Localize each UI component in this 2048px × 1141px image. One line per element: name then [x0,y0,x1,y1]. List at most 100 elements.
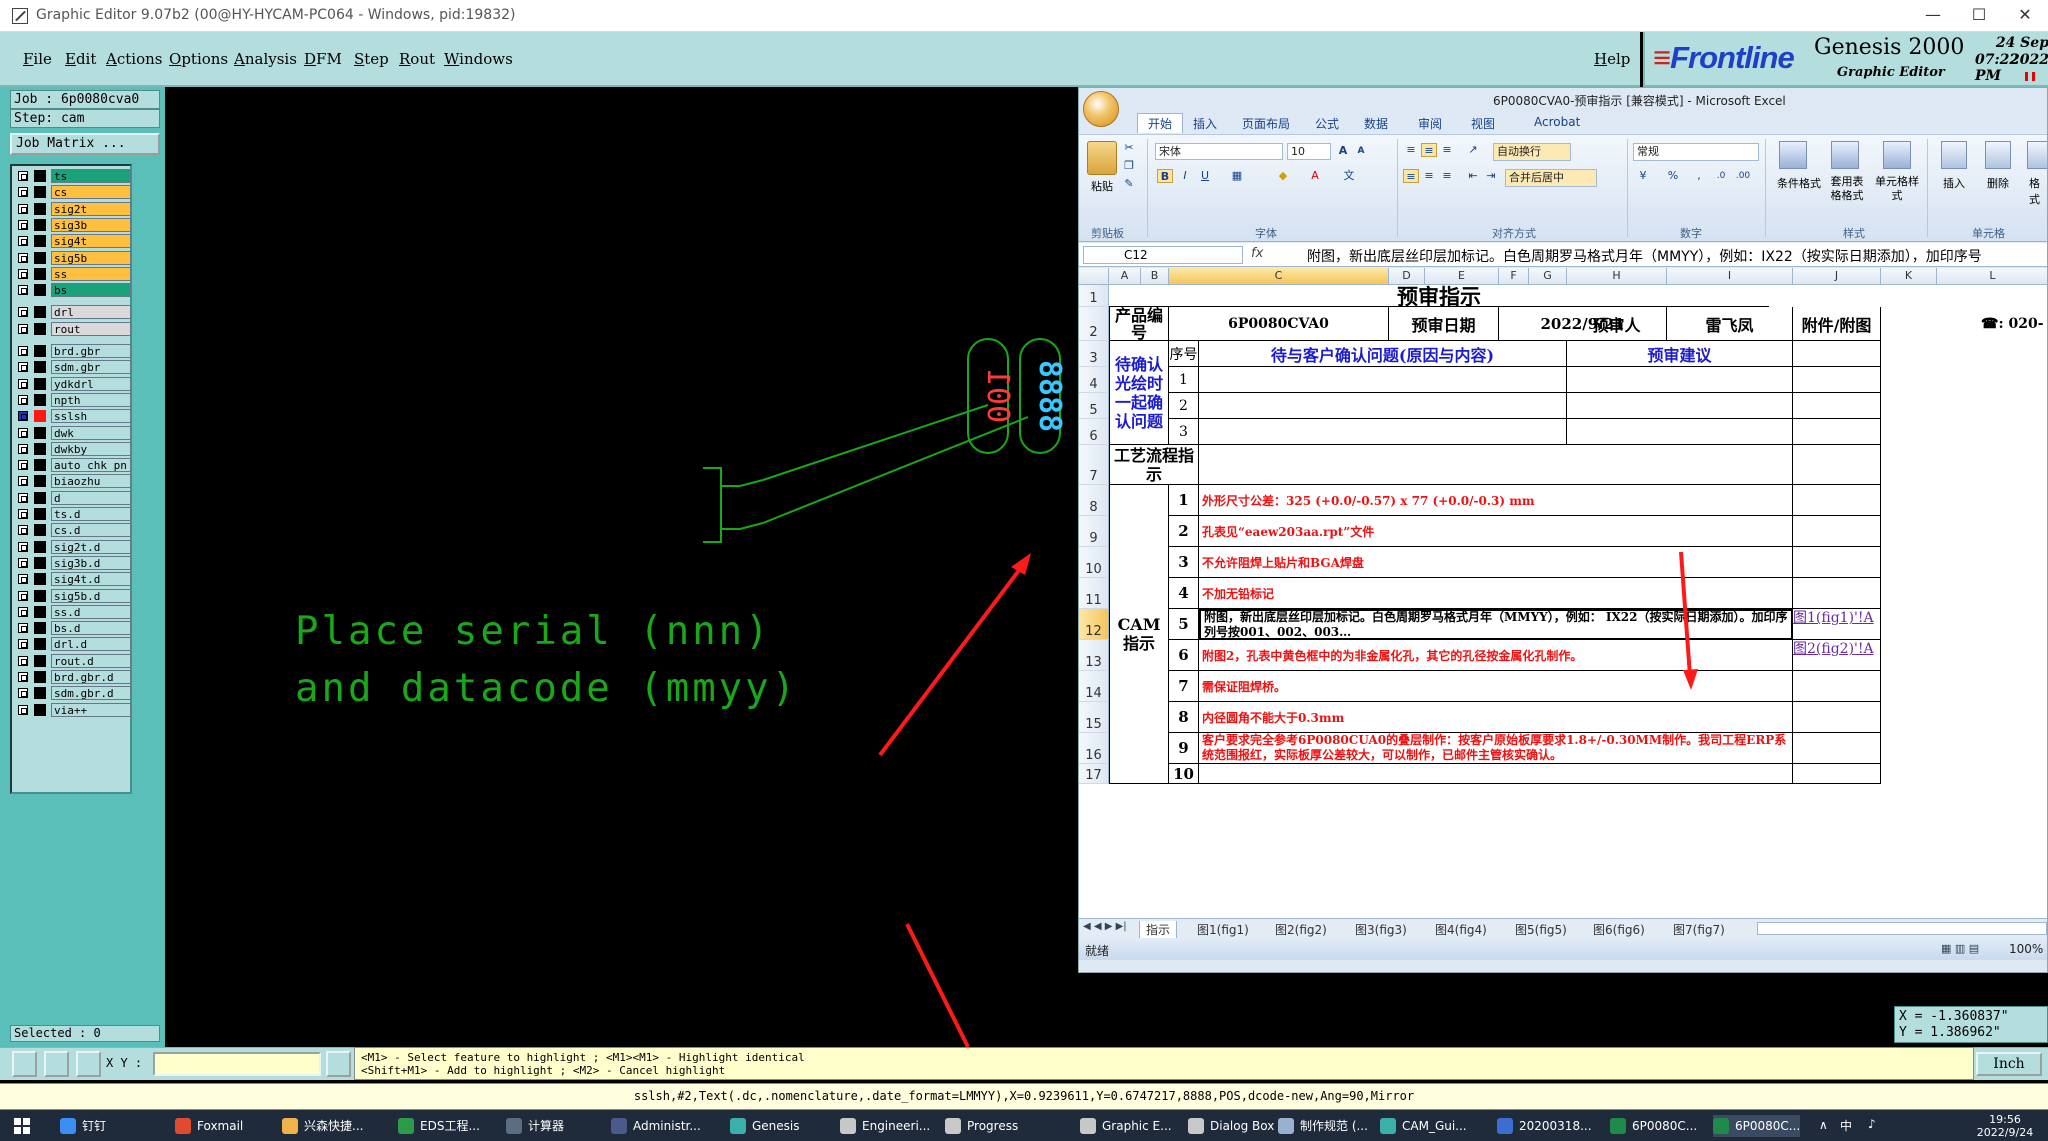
layer-name[interactable]: d [51,490,131,505]
layer-row[interactable]: brd.gbr.d [14,670,132,684]
cam-item-number[interactable]: 1 [1169,485,1199,516]
layer-row[interactable]: rout [14,321,132,336]
layer-checkbox[interactable] [18,655,28,666]
layer-row[interactable]: via++ [14,702,132,717]
layer-checkbox[interactable] [18,307,28,318]
menu-windows[interactable]: Windows [444,50,513,68]
phonetic-icon[interactable]: 文 [1341,169,1357,183]
cam-item-text[interactable]: 不允许阻焊上贴片和BGA焊盘 [1199,547,1793,578]
shrink-font-icon[interactable]: A [1353,144,1369,158]
layer-row[interactable]: npth [14,392,132,407]
attach-cell[interactable] [1793,733,1881,764]
layer-row[interactable]: sdm.gbr.d [14,686,132,701]
layer-checkbox[interactable] [18,443,28,454]
layer-row[interactable]: sslsh [14,409,132,424]
comma-icon[interactable]: , [1691,169,1707,183]
layer-name[interactable]: ts [51,169,131,183]
sheet-tab[interactable]: 图2(fig2) [1275,921,1327,938]
layer-row[interactable]: drl.d [14,637,132,652]
font-color-icon[interactable]: A [1307,169,1323,183]
taskbar-item[interactable]: 6P0080C... [1713,1115,1801,1137]
attach-cell[interactable] [1793,445,1881,485]
attach-cell[interactable] [1793,671,1881,702]
orientation-icon[interactable]: ↗ [1465,143,1481,157]
layer-row[interactable]: sig2t [14,201,132,216]
row-header[interactable]: 11 [1079,578,1109,609]
layer-row[interactable]: ts.d [14,507,132,521]
layer-row[interactable]: drl [14,305,132,320]
sheet-tab[interactable]: 图3(fig3) [1355,921,1407,938]
link-fig1[interactable]: 图1(fig1)'!A [1793,609,1881,640]
issue-cell[interactable] [1199,367,1567,393]
taskbar-item[interactable]: Genesis [730,1115,800,1137]
column-header[interactable]: C [1169,268,1389,285]
seq-number[interactable]: 2 [1169,393,1199,419]
taskbar-item[interactable]: Foxmail [175,1115,243,1137]
confirm-label[interactable]: 待确认光绘时一起确认问题 [1109,341,1169,445]
layer-name[interactable]: sig3b [51,217,131,232]
layer-name[interactable]: sslsh [51,409,131,424]
issue-cell[interactable] [1199,419,1567,445]
paste-icon[interactable] [1087,141,1117,175]
menu-file[interactable]: File [23,50,52,68]
spreadsheet-grid[interactable]: A B C D E F G H I J K L 1 2 3 4 5 6 7 8 9 10 11 12 1… [1079,268,2047,918]
fill-color-icon[interactable]: ◆ [1275,169,1291,183]
issue-header[interactable]: 待与客户确认问题(原因与内容) [1199,341,1567,367]
bold-icon[interactable]: B [1157,169,1173,183]
column-header[interactable]: H [1567,268,1667,285]
tab-data[interactable]: 数据 [1364,115,1388,132]
layer-checkbox[interactable] [18,285,28,296]
formula-input[interactable]: 附图，新出底层丝印层加标记。白色周期罗马格式月年（MMYY），例如：IX22（按… [1307,246,1982,266]
border-icon[interactable]: ▦ [1229,169,1245,183]
panel-toggle-icon[interactable] [326,1051,351,1077]
row-header[interactable]: 9 [1079,516,1109,547]
tab-review[interactable]: 审阅 [1418,115,1442,132]
zoom-level[interactable]: 100% [2009,942,2043,956]
decrease-decimal-icon[interactable]: .00 [1735,169,1751,183]
align-middle-icon[interactable]: ≡ [1421,143,1437,157]
sheet-tab[interactable]: 图1(fig1) [1197,921,1249,938]
tray-chevron-icon[interactable]: ∧ [1819,1118,1828,1132]
pause-icon[interactable] [2025,72,2035,81]
serial-text[interactable]: 001 [980,369,1015,423]
row-header[interactable]: 3 [1079,341,1109,367]
ime-indicator[interactable]: 中 [1840,1117,1852,1134]
layer-checkbox[interactable] [18,460,28,471]
layer-row[interactable]: sig4t.d [14,572,132,587]
layer-checkbox[interactable] [18,672,28,682]
seq-label[interactable]: 序号 [1169,341,1199,367]
menu-edit[interactable]: Edit [65,50,96,68]
column-header[interactable]: G [1529,268,1567,285]
product-number[interactable]: 6P0080CVA0 [1169,307,1389,341]
taskbar-item[interactable]: Engineeri... [840,1115,930,1137]
product-label[interactable]: 产品编号 [1109,307,1169,341]
layer-row[interactable]: cs.d [14,523,132,538]
sheet-tab[interactable]: 图6(fig6) [1593,921,1645,938]
select-all-corner[interactable] [1079,268,1109,285]
attach-cell[interactable] [1793,702,1881,733]
layer-row[interactable]: cs [14,185,132,200]
wrap-text-button[interactable]: 自动换行 [1493,143,1571,161]
layer-name[interactable]: rout [51,321,131,336]
issue-cell[interactable] [1199,393,1567,419]
column-header[interactable]: D [1389,268,1425,285]
layer-checkbox[interactable] [18,492,28,503]
close-button[interactable]: ✕ [2002,0,2048,32]
cut-icon[interactable]: ✂ [1121,141,1137,155]
layer-checkbox[interactable] [18,427,28,438]
align-right-icon[interactable]: ≡ [1439,169,1455,183]
layer-name[interactable]: ss.d [51,604,131,619]
font-size-select[interactable]: 10 [1287,143,1331,160]
sheet-tab[interactable]: 图7(fig7) [1673,921,1725,938]
layer-checkbox[interactable] [18,525,28,536]
font-name-select[interactable]: 宋体 [1155,143,1283,160]
increase-decimal-icon[interactable]: .0 [1713,169,1729,183]
layer-name[interactable]: auto_chk_pn [51,458,131,473]
layer-checkbox[interactable] [18,476,28,487]
decrease-indent-icon[interactable]: ⇤ [1465,169,1481,183]
column-header[interactable]: E [1425,268,1499,285]
italic-icon[interactable]: I [1177,169,1193,183]
table-format-icon[interactable] [1831,141,1859,169]
sheet-tab[interactable]: 图4(fig4) [1435,921,1487,938]
cell-style-icon[interactable] [1883,141,1911,169]
